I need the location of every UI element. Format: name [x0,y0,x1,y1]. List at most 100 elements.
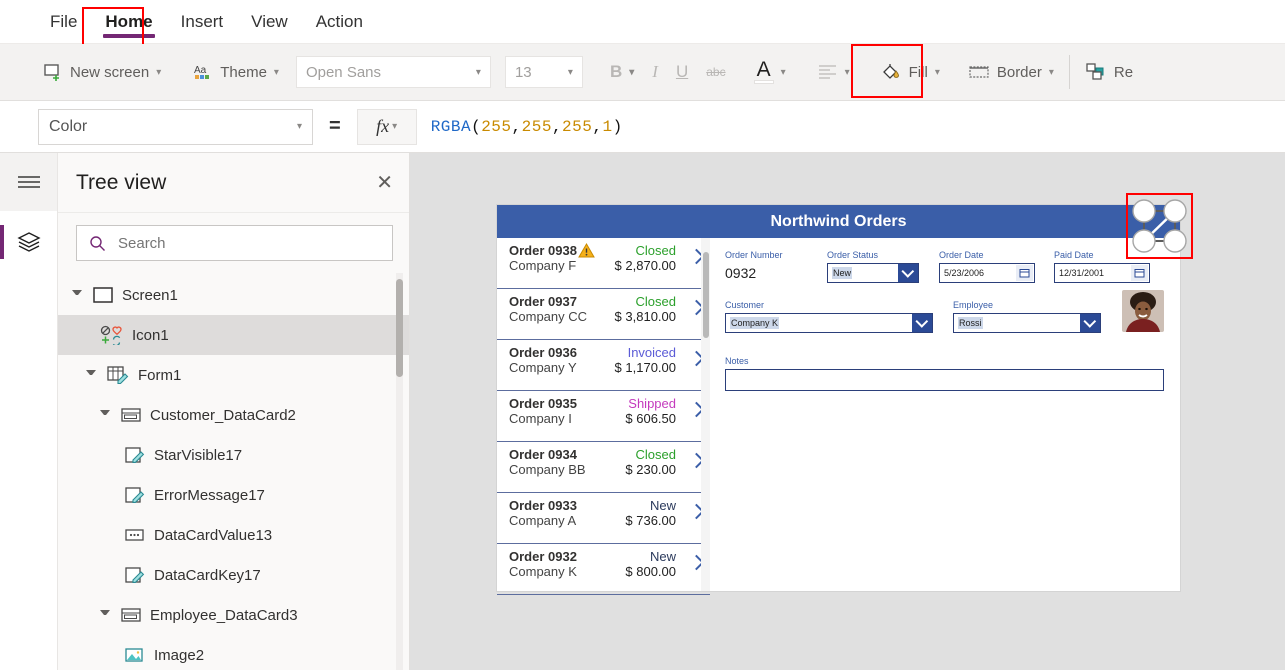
fill-button[interactable]: Fill ▾ [871,52,949,92]
search-icon [89,235,106,252]
calendar-icon[interactable] [1131,265,1148,281]
new-screen-button[interactable]: New screen ▾ [34,52,170,92]
font-size-value: 13 [515,64,532,81]
gallery-item[interactable]: Order 0936 Invoiced Company Y $ 1,170.00 [497,340,710,391]
order-date-label: Order Date [939,250,1054,260]
hamburger-menu-button[interactable] [0,153,57,211]
border-label: Border [997,64,1042,81]
menu-item-home[interactable]: Home [91,8,166,36]
employee-field: Employee Rossi [953,300,1113,333]
notes-label: Notes [725,356,1164,366]
search-box[interactable] [76,225,393,261]
expand-caret-icon[interactable] [86,370,96,380]
gallery-item[interactable]: Order 0937 Closed Company CC $ 3,810.00 [497,289,710,340]
tree-node-label: Form1 [138,367,181,384]
orders-gallery: Order 0938 Closed Company F $ 2,870.00 [497,238,711,591]
menu-item-home-label: Home [105,12,152,31]
menu-item-view-label: View [251,12,288,31]
employee-dropdown[interactable]: Rossi [953,313,1101,333]
chevron-down-icon: ▾ [845,67,850,78]
menu-item-insert-label: Insert [181,12,224,31]
gallery-scrollbar-track[interactable] [701,238,710,591]
employee-label: Employee [953,300,1113,310]
strikethrough-button[interactable]: abc [697,52,734,92]
tree-node-customer-datacard2[interactable]: Customer_DataCard2 [58,395,409,435]
tree-node-image2[interactable]: Image2 [58,635,409,670]
order-date-value: 5/23/2006 [944,268,984,278]
chevron-down-icon[interactable] [898,264,918,282]
expand-caret-icon[interactable] [100,410,110,420]
order-status-dropdown[interactable]: New [827,263,919,283]
border-icon [968,63,990,81]
tree-node-list: Screen1 Icon1 Form1 [58,273,409,670]
align-button[interactable]: ▾ [809,52,859,92]
order-number-field: Order Number 0932 [725,250,827,283]
bold-button[interactable]: B ▾ [601,52,643,92]
tree-node-datacardvalue13[interactable]: DataCardValue13 [58,515,409,555]
gallery-item[interactable]: Order 0933 New Company A $ 736.00 [497,493,710,544]
order-date-field: Order Date 5/23/2006 [939,250,1054,283]
tree-node-screen1[interactable]: Screen1 [58,275,409,315]
menu-item-file[interactable]: File [36,8,91,36]
tree-node-datacardkey17[interactable]: DataCardKey17 [58,555,409,595]
menu-item-view[interactable]: View [237,8,302,36]
tree-search-wrap [58,213,409,273]
order-amount: $ 2,870.00 [615,258,676,273]
customer-field: Customer Company K [725,300,953,333]
font-color-button[interactable]: A ▾ [745,52,795,92]
gallery-item[interactable]: Order 0934 Closed Company BB $ 230.00 [497,442,710,493]
formula-input[interactable]: RGBA(255, 255, 255, 1) [417,109,1285,145]
order-date-picker[interactable]: 5/23/2006 [939,263,1035,283]
chevron-down-icon: ▾ [1049,67,1054,78]
chevron-down-icon[interactable] [912,314,932,332]
menu-item-action[interactable]: Action [302,8,377,36]
italic-button[interactable]: I [643,52,667,92]
expand-caret-icon[interactable] [100,610,110,620]
tree-node-errormessage17[interactable]: ErrorMessage17 [58,475,409,515]
font-color-icon: A [754,60,774,84]
formula-arg-3: 255 [562,118,592,136]
tree-node-label: StarVisible17 [154,447,242,464]
order-amount: $ 800.00 [625,564,676,579]
theme-button[interactable]: Aa Theme ▾ [184,52,288,92]
underline-button[interactable]: U [667,52,697,92]
paid-date-picker[interactable]: 12/31/2001 [1054,263,1150,283]
chevron-down-icon[interactable] [1080,314,1100,332]
close-icon[interactable]: ✕ [376,173,393,193]
chevron-down-icon: ▾ [297,121,302,132]
tree-node-label: Employee_DataCard3 [150,607,298,624]
tree-node-employee-datacard3[interactable]: Employee_DataCard3 [58,595,409,635]
gallery-item[interactable]: Order 0935 Shipped Company I $ 606.50 [497,391,710,442]
fx-button[interactable]: fx ▾ [357,109,417,145]
formula-arg-1: 255 [481,118,511,136]
search-input[interactable] [116,234,380,253]
tree-node-form1[interactable]: Form1 [58,355,409,395]
menu-item-insert[interactable]: Insert [167,8,238,36]
notes-input[interactable] [725,369,1164,391]
font-family-select[interactable]: Open Sans ▾ [296,56,491,88]
calendar-icon[interactable] [1016,265,1033,281]
expand-caret-icon[interactable] [72,290,82,300]
customer-label: Customer [725,300,953,310]
fill-label: Fill [909,64,928,81]
gallery-item[interactable]: Order 0938 Closed Company F $ 2,870.00 [497,238,710,289]
property-select[interactable]: Color ▾ [38,109,313,145]
font-size-select[interactable]: 13 ▾ [505,56,583,88]
formula-close-paren: ) [613,118,623,136]
border-button[interactable]: Border ▾ [959,52,1063,92]
tree-scrollbar-thumb[interactable] [396,279,403,377]
order-number: Order 0935 [509,396,577,411]
tree-view-rail-button[interactable] [0,211,57,273]
gallery-item[interactable]: Order 0932 New Company K $ 800.00 [497,544,710,595]
property-select-value: Color [49,118,87,136]
gallery-scrollbar-thumb[interactable] [703,252,709,338]
form-icon [106,365,130,385]
order-number: Order 0936 [509,345,577,360]
formula-bar: Color ▾ = fx ▾ RGBA(255, 255, 255, 1) [0,101,1285,153]
tree-node-starvisible17[interactable]: StarVisible17 [58,435,409,475]
tree-node-label: DataCardKey17 [154,567,261,584]
customer-dropdown[interactable]: Company K [725,313,933,333]
reorder-button[interactable]: Re [1076,52,1142,92]
order-company: Company Y [509,360,577,375]
tree-node-icon1[interactable]: Icon1 [58,315,409,355]
